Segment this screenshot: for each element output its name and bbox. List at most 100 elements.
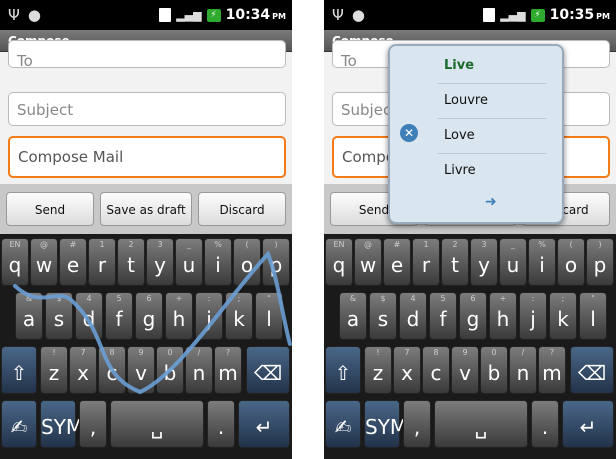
enter-key[interactable]: ↵ [238, 400, 290, 448]
divider [438, 118, 546, 119]
key-v[interactable]: 9v [451, 346, 479, 394]
key-m[interactable]: ? m [214, 346, 242, 394]
compose-form: To Subject Compose Mail [0, 40, 292, 184]
subject-field[interactable]: Subject [8, 92, 286, 126]
key-x[interactable]: 7x [69, 346, 97, 394]
key-d[interactable]: 4d [399, 292, 427, 340]
key-n[interactable]: / n [185, 346, 213, 394]
suggestion-item[interactable]: Live [438, 50, 546, 82]
suggestion-item[interactable]: Love [438, 120, 546, 152]
keyboard: EN q @ w # e 1 r 2 t 3 y _ u% i(o) p & a $ s 4 d 5 f 6 g + h: j; k " l ⇧… [324, 234, 616, 459]
key-p[interactable]: ) p [262, 238, 290, 286]
key-o[interactable]: (o [557, 238, 585, 286]
key-p[interactable]: ) p [586, 238, 614, 286]
key-d[interactable]: 4d [75, 292, 103, 340]
compose-body-field[interactable]: Compose Mail [8, 136, 286, 178]
swype-icon[interactable]: ✍ [325, 400, 361, 448]
sym-key[interactable]: SYM [364, 400, 407, 448]
key-m[interactable]: ? m [538, 346, 566, 394]
key-q[interactable]: EN q [1, 238, 29, 286]
usb-icon: Ψ [8, 6, 20, 24]
key-g[interactable]: 6g [459, 292, 487, 340]
clock: 10:34 PM [225, 7, 286, 23]
sym-key[interactable]: SYM [40, 400, 83, 448]
key-i[interactable]: % i [528, 238, 556, 286]
key-j[interactable]: :j [519, 292, 547, 340]
save-draft-button[interactable]: Save as draft [100, 192, 192, 226]
key-u[interactable]: _ u [175, 238, 203, 286]
key-v[interactable]: 9v [127, 346, 155, 394]
period-key[interactable]: . [531, 400, 559, 448]
shift-key[interactable]: ⇧ [325, 346, 361, 394]
key-k[interactable]: ; k [549, 292, 577, 340]
key-h[interactable]: + h [489, 292, 517, 340]
enter-key[interactable]: ↵ [562, 400, 614, 448]
key-b[interactable]: 0b [156, 346, 184, 394]
key-t[interactable]: 2t [117, 238, 145, 286]
key-z[interactable]: ! z [364, 346, 392, 394]
period-key[interactable]: . [207, 400, 235, 448]
key-x[interactable]: 7x [393, 346, 421, 394]
key-l[interactable]: " l [255, 292, 283, 340]
space-key[interactable]: ␣ [110, 400, 204, 448]
backspace-key[interactable]: ⌫ [570, 346, 614, 394]
key-r[interactable]: 1r [88, 238, 116, 286]
android-icon: ● [351, 6, 365, 24]
key-c[interactable]: 8c [422, 346, 450, 394]
key-y[interactable]: 3y [146, 238, 174, 286]
divider [438, 153, 546, 154]
key-g[interactable]: 6g [135, 292, 163, 340]
divider [438, 83, 546, 84]
arrow-right-icon[interactable]: ➜ [485, 194, 497, 210]
key-e[interactable]: # e [383, 238, 411, 286]
key-r[interactable]: 1r [412, 238, 440, 286]
status-bar: Ψ ● ▂▄▆ ⚡ 10:35 PM [324, 0, 616, 30]
shift-key[interactable]: ⇧ [1, 346, 37, 394]
suggestion-item[interactable]: Louvre [438, 85, 546, 117]
key-c[interactable]: 8c [98, 346, 126, 394]
key-u[interactable]: _ u [499, 238, 527, 286]
key-a[interactable]: & a [339, 292, 367, 340]
key-b[interactable]: 0b [480, 346, 508, 394]
swype-icon[interactable]: ✍ [1, 400, 37, 448]
battery-icon: ⚡ [530, 8, 545, 22]
to-field[interactable]: To [8, 40, 286, 70]
key-w[interactable]: @ w [30, 238, 58, 286]
key-e[interactable]: # e [59, 238, 87, 286]
key-s[interactable]: $ s [369, 292, 397, 340]
key-n[interactable]: / n [509, 346, 537, 394]
comma-key[interactable]: , [403, 400, 431, 448]
phone-screen-right: Ψ● ▂▄▆ ⚡ 10:35PM Compose To Subject Comp… [324, 0, 616, 459]
backspace-key[interactable]: ⌫ [246, 346, 290, 394]
discard-button[interactable]: Discard [198, 192, 286, 226]
suggestion-item[interactable]: Livre [438, 155, 546, 187]
key-z[interactable]: ! z [40, 346, 68, 394]
key-o[interactable]: (o [233, 238, 261, 286]
sd-card-icon [483, 8, 496, 22]
comma-key[interactable]: , [79, 400, 107, 448]
key-s[interactable]: $ s [45, 292, 73, 340]
action-bar: Send Save as draft Discard [0, 184, 292, 234]
key-f[interactable]: 5f [429, 292, 457, 340]
status-bar: Ψ ● ▂▄▆ ⚡ 10:34 PM [0, 0, 292, 30]
android-icon: ● [27, 6, 41, 24]
clock: 10:35 PM [549, 7, 610, 23]
key-h[interactable]: + h [165, 292, 193, 340]
space-key[interactable]: ␣ [434, 400, 528, 448]
key-l[interactable]: " l [579, 292, 607, 340]
key-t[interactable]: 2t [441, 238, 469, 286]
signal-icon: ▂▄▆ [176, 8, 202, 22]
send-button[interactable]: Send [6, 192, 94, 226]
key-w[interactable]: @ w [354, 238, 382, 286]
word-suggestion-popup: ✕ Live Louvre Love Livre ➜ [388, 44, 564, 224]
key-f[interactable]: 5f [105, 292, 133, 340]
key-y[interactable]: 3y [470, 238, 498, 286]
key-j[interactable]: :j [195, 292, 223, 340]
battery-icon: ⚡ [206, 8, 221, 22]
close-icon[interactable]: ✕ [400, 124, 418, 142]
key-q[interactable]: EN q [325, 238, 353, 286]
keyboard: EN q @ w # e 1 r 2 t 3 y _ u% i(o) p & a $ s 4 d 5 f 6 g + h: j; k " l ⇧… [0, 234, 292, 459]
key-a[interactable]: & a [15, 292, 43, 340]
key-k[interactable]: ; k [225, 292, 253, 340]
key-i[interactable]: % i [204, 238, 232, 286]
